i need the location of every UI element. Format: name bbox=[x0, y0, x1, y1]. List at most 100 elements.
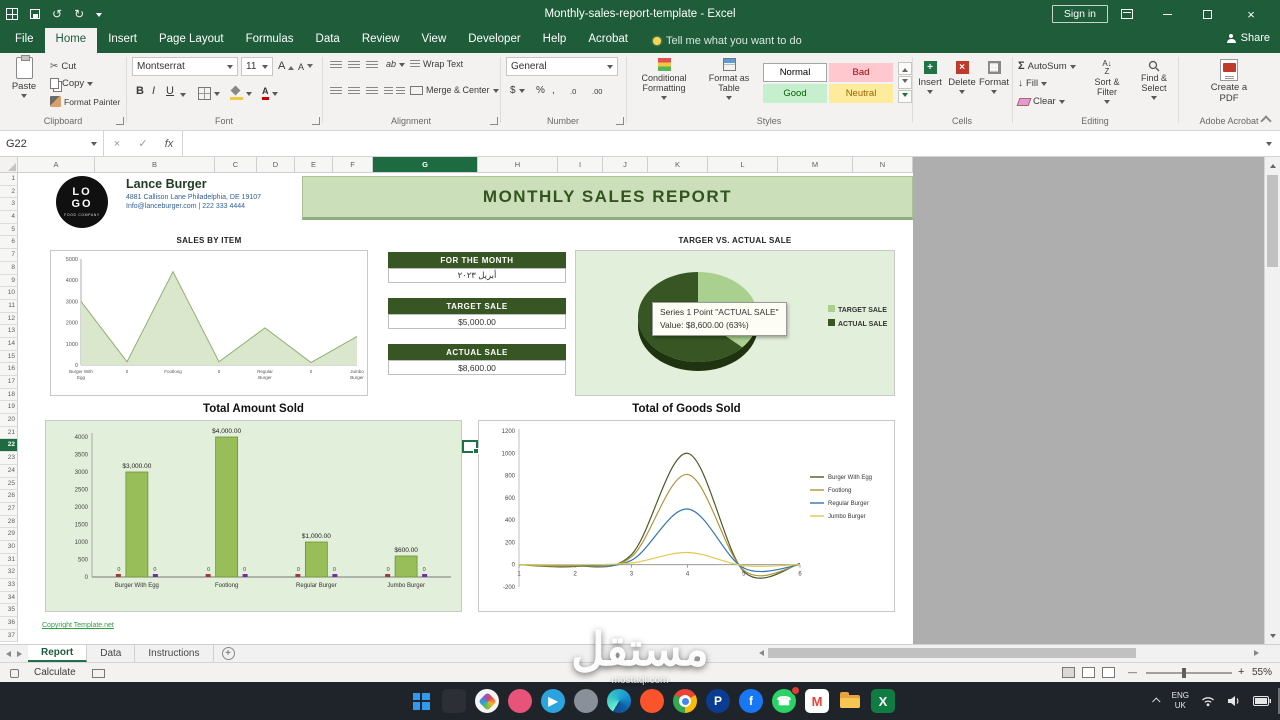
page-break-view-button[interactable] bbox=[1102, 667, 1115, 678]
format-painter-button[interactable]: Format Painter bbox=[50, 96, 120, 107]
calculate-status[interactable]: Calculate bbox=[34, 667, 76, 678]
decrease-font-icon[interactable]: A bbox=[298, 62, 313, 72]
start-button[interactable] bbox=[408, 688, 434, 714]
hscroll-right-arrow[interactable] bbox=[1254, 650, 1262, 656]
tell-me-box[interactable]: Tell me what you want to do bbox=[653, 28, 802, 53]
file-explorer[interactable] bbox=[837, 688, 863, 714]
underline-button[interactable]: U bbox=[166, 85, 174, 97]
maximize-button[interactable] bbox=[1190, 0, 1224, 28]
name-box[interactable]: G22 bbox=[0, 131, 104, 156]
vertical-scrollbar[interactable] bbox=[1264, 157, 1280, 644]
zoom-slider-thumb[interactable] bbox=[1182, 668, 1186, 678]
row-header-24[interactable]: 24 bbox=[0, 465, 18, 478]
number-format-select[interactable]: General bbox=[506, 57, 618, 76]
align-right-icon[interactable] bbox=[366, 87, 378, 96]
fill-color-button[interactable] bbox=[230, 87, 252, 100]
row-header-32[interactable]: 32 bbox=[0, 566, 18, 579]
target-sale-value-cell[interactable]: $5,000.00 bbox=[388, 314, 566, 329]
wifi-icon[interactable] bbox=[1201, 695, 1215, 707]
row-header-1[interactable]: 1 bbox=[0, 173, 18, 186]
column-header-m[interactable]: M bbox=[778, 157, 853, 173]
insert-function-icon[interactable]: fx bbox=[156, 138, 182, 150]
ribbon-tab-help[interactable]: Help bbox=[532, 28, 578, 53]
column-header-n[interactable]: N bbox=[853, 157, 913, 173]
row-header-27[interactable]: 27 bbox=[0, 503, 18, 516]
sort-filter-button[interactable]: A↓Z Sort & Filter bbox=[1084, 60, 1130, 105]
sheet-tab-report[interactable]: Report bbox=[28, 645, 87, 662]
cancel-icon[interactable]: × bbox=[104, 138, 130, 150]
row-header-18[interactable]: 18 bbox=[0, 389, 18, 402]
whatsapp-app[interactable]: ☎ bbox=[771, 688, 797, 714]
select-all-corner[interactable] bbox=[0, 157, 18, 173]
number-dialog-launcher[interactable] bbox=[616, 117, 624, 125]
sheet-tab-instructions[interactable]: Instructions bbox=[135, 645, 213, 662]
ribbon-tab-insert[interactable]: Insert bbox=[97, 28, 148, 53]
merge-center-button[interactable]: Merge & Center bbox=[410, 85, 499, 95]
volume-icon[interactable] bbox=[1227, 695, 1241, 707]
column-header-j[interactable]: J bbox=[603, 157, 648, 173]
total-amount-sold-chart[interactable]: 05001000150020002500300035004000$3,000.0… bbox=[45, 420, 462, 612]
column-header-a[interactable]: A bbox=[18, 157, 95, 173]
column-header-b[interactable]: B bbox=[95, 157, 215, 173]
autosum-button[interactable]: ΣAutoSum bbox=[1018, 60, 1076, 72]
scroll-down-arrow[interactable] bbox=[1265, 630, 1280, 644]
accounting-format-button[interactable]: $ bbox=[510, 85, 525, 96]
comma-style-button[interactable]: , bbox=[552, 85, 555, 96]
redo-icon[interactable]: ↻ bbox=[74, 8, 84, 20]
format-cells-button[interactable]: ▦Format bbox=[978, 61, 1010, 95]
row-header-13[interactable]: 13 bbox=[0, 325, 18, 338]
language-indicator[interactable]: ENGUK bbox=[1172, 691, 1189, 710]
format-as-table-button[interactable]: Format as Table bbox=[700, 58, 758, 101]
align-bottom-icon[interactable] bbox=[366, 61, 378, 70]
vertical-scroll-thumb[interactable] bbox=[1267, 175, 1278, 267]
bold-button[interactable]: B bbox=[136, 85, 144, 97]
horizontal-scroll-thumb[interactable] bbox=[768, 648, 1136, 658]
battery-icon[interactable] bbox=[1253, 696, 1272, 706]
row-header-35[interactable]: 35 bbox=[0, 604, 18, 617]
hidden-icons-chevron[interactable] bbox=[1152, 697, 1160, 705]
align-left-icon[interactable] bbox=[330, 87, 342, 96]
ribbon-tab-formulas[interactable]: Formulas bbox=[235, 28, 305, 53]
font-color-button[interactable]: A bbox=[262, 87, 278, 100]
screenshot-tool-app[interactable] bbox=[441, 688, 467, 714]
minimize-button[interactable] bbox=[1150, 0, 1184, 28]
new-sheet-button[interactable]: + bbox=[222, 647, 235, 660]
ribbon-tab-page-layout[interactable]: Page Layout bbox=[148, 28, 235, 53]
decrease-indent-icon[interactable] bbox=[384, 87, 393, 96]
cell-style-good[interactable]: Good bbox=[763, 84, 827, 103]
sheet-tab-data[interactable]: Data bbox=[87, 645, 135, 662]
sheet-nav-left-arrow[interactable] bbox=[0, 645, 14, 662]
row-header-2[interactable]: 2 bbox=[0, 186, 18, 199]
row-header-36[interactable]: 36 bbox=[0, 617, 18, 630]
excel-app[interactable]: X bbox=[870, 688, 896, 714]
row-header-9[interactable]: 9 bbox=[0, 275, 18, 288]
column-header-c[interactable]: C bbox=[215, 157, 257, 173]
align-top-icon[interactable] bbox=[330, 61, 342, 70]
row-header-34[interactable]: 34 bbox=[0, 592, 18, 605]
percent-style-button[interactable]: % bbox=[536, 85, 545, 96]
gray-utility-app[interactable] bbox=[573, 688, 599, 714]
underline-dropdown[interactable] bbox=[180, 93, 186, 100]
ribbon-tab-file[interactable]: File bbox=[4, 28, 45, 53]
cell-style-neutral[interactable]: Neutral bbox=[829, 84, 893, 103]
row-header-12[interactable]: 12 bbox=[0, 313, 18, 326]
row-header-23[interactable]: 23 bbox=[0, 452, 18, 465]
row-header-22[interactable]: 22 bbox=[0, 439, 18, 452]
row-header-11[interactable]: 11 bbox=[0, 300, 18, 313]
share-button[interactable]: Share bbox=[1227, 32, 1270, 44]
facebook-app[interactable]: f bbox=[738, 688, 764, 714]
close-button[interactable]: × bbox=[1234, 0, 1268, 28]
align-middle-icon[interactable] bbox=[348, 61, 360, 70]
ribbon-display-options-button[interactable] bbox=[1110, 0, 1144, 28]
copy-button[interactable]: Copy bbox=[50, 78, 93, 89]
font-name-select[interactable]: Montserrat bbox=[132, 57, 238, 76]
sign-in-button[interactable]: Sign in bbox=[1052, 5, 1108, 23]
save-icon[interactable] bbox=[30, 9, 40, 19]
zoom-slider[interactable] bbox=[1146, 672, 1232, 674]
insert-cells-button[interactable]: +Insert bbox=[914, 61, 946, 95]
row-header-10[interactable]: 10 bbox=[0, 287, 18, 300]
column-header-d[interactable]: D bbox=[257, 157, 295, 173]
total-goods-sold-chart[interactable]: -200020040060080010001200123456Burger Wi… bbox=[478, 420, 895, 612]
orientation-button[interactable]: ab bbox=[386, 59, 405, 69]
row-header-33[interactable]: 33 bbox=[0, 579, 18, 592]
